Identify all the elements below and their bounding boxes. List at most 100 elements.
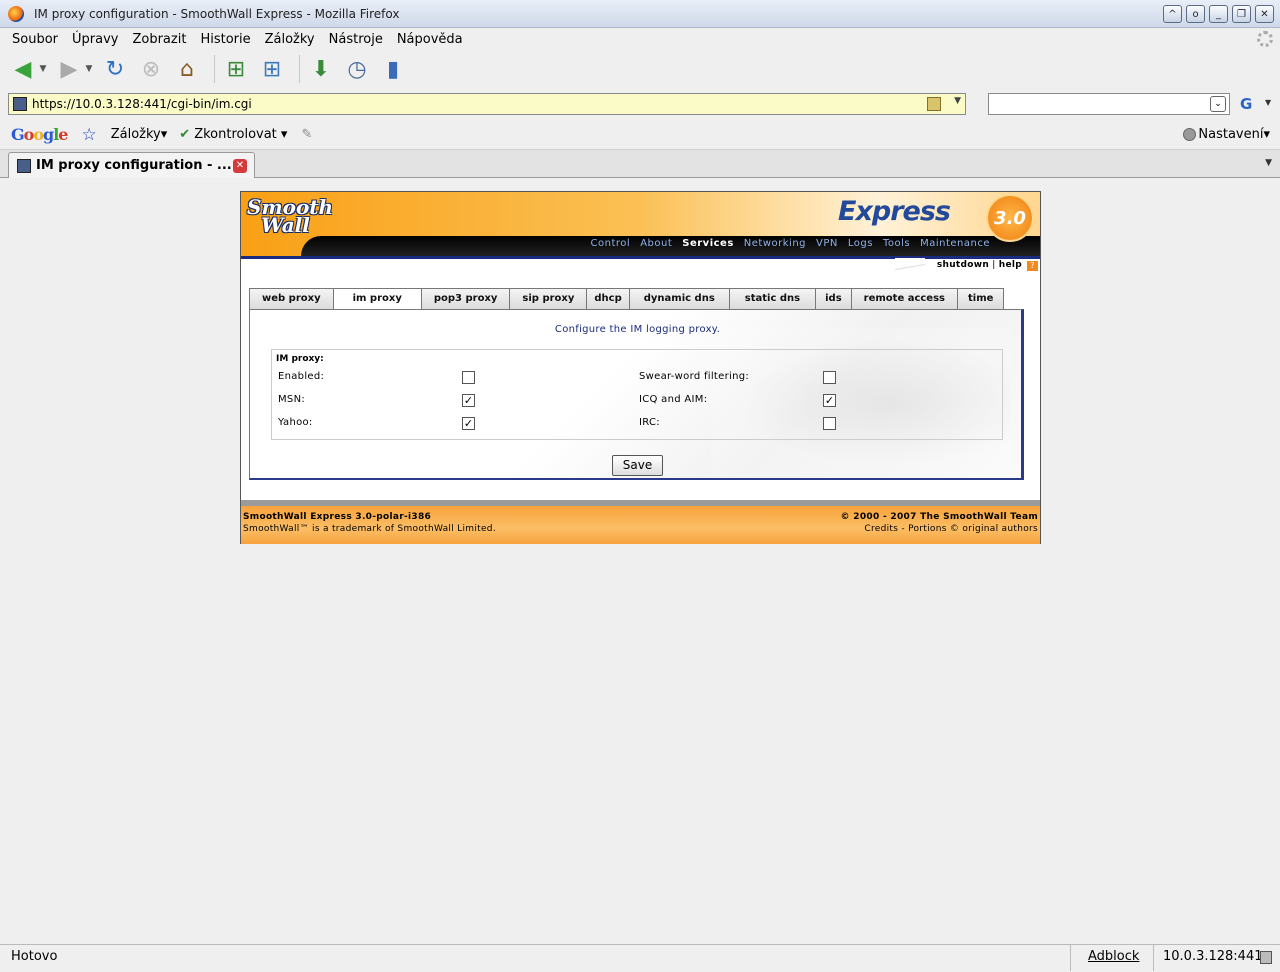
google-toolbar: Google ☆ Záložky▾ ✔ Zkontrolovat ▾ ✎ Nas… [0, 120, 1280, 150]
nav-logs[interactable]: Logs [848, 238, 873, 249]
nav-maintenance[interactable]: Maintenance [920, 238, 990, 249]
bookmarks-icon[interactable]: ▮ [378, 54, 408, 84]
spellcheck-button[interactable]: Zkontrolovat ▾ [194, 127, 287, 142]
section-title: IM proxy: [276, 354, 324, 364]
swear-filter-label: Swear-word filtering: [639, 371, 750, 382]
page-content: Smooth Wall Express 3.0 Control About Ser… [4, 178, 1276, 944]
footer-credits[interactable]: Credits - Portions © original authors [864, 524, 1038, 534]
status-host: 10.0.3.128:441 [1153, 945, 1272, 971]
settings-icon [1183, 128, 1197, 141]
menubar: Soubor Úpravy Zobrazit Historie Záložky … [0, 28, 1280, 50]
new-tab-icon[interactable]: ⊞ [257, 54, 287, 84]
tab-title: IM proxy configuration - ... [36, 158, 232, 173]
shutdown-link[interactable]: shutdown [937, 260, 989, 270]
tab-strip: IM proxy configuration - ... ✕ ▼ [0, 150, 1280, 178]
reload-icon[interactable]: ↻ [100, 54, 130, 84]
status-lock-icon[interactable] [1260, 951, 1272, 964]
back-icon[interactable]: ◀ [8, 54, 38, 84]
menu-zobrazit[interactable]: Zobrazit [125, 32, 193, 47]
tab-im-proxy[interactable]: IM proxy configuration - ... ✕ [8, 152, 255, 178]
tab-favicon-icon [17, 158, 31, 173]
search-engine-icon[interactable]: G [1240, 95, 1252, 113]
toolbar-separator [214, 55, 215, 83]
services-tabs: web proxy im proxy pop3 proxy sip proxy … [249, 288, 1005, 311]
settings-button[interactable]: Nastavení▾ [1183, 127, 1270, 142]
home-icon[interactable]: ⌂ [172, 54, 202, 84]
nav-about[interactable]: About [640, 238, 672, 249]
subtab-sip-proxy[interactable]: sip proxy [509, 288, 587, 310]
downloads-icon[interactable]: ⬇ [306, 54, 336, 84]
tab-close-icon[interactable]: ✕ [233, 159, 247, 173]
new-window-icon[interactable]: ⊞ [221, 54, 251, 84]
nav-networking[interactable]: Networking [744, 238, 806, 249]
swear-filter-checkbox[interactable] [823, 371, 836, 384]
ssl-lock-icon[interactable] [927, 97, 941, 111]
window-menu-button[interactable]: o [1186, 5, 1205, 23]
icq-aim-checkbox[interactable]: ✓ [823, 394, 836, 407]
adblock-button[interactable]: Adblock [1070, 945, 1156, 971]
help-link[interactable]: help [999, 260, 1022, 270]
subtab-static-dns[interactable]: static dns [728, 288, 816, 310]
help-icon[interactable]: ? [1027, 261, 1038, 271]
search-engine-dropdown-icon[interactable]: ▼ [1265, 98, 1271, 107]
site-favicon-icon [13, 97, 27, 111]
url-row: https://10.0.3.128:441/cgi-bin/im.cgi ▼ … [0, 90, 1280, 118]
subtab-dynamic-dns[interactable]: dynamic dns [628, 288, 729, 310]
enabled-checkbox[interactable] [462, 371, 475, 384]
subtab-remote-access[interactable]: remote access [850, 288, 957, 310]
window-shade-button[interactable]: ^ [1163, 5, 1182, 23]
forward-icon[interactable]: ▶ [54, 54, 84, 84]
subtab-im-proxy[interactable]: im proxy [332, 288, 421, 311]
irc-label: IRC: [639, 417, 660, 428]
forward-history-icon[interactable]: ▼ [84, 54, 94, 84]
bookmarks-menu[interactable]: Záložky▾ [111, 127, 168, 142]
url-text[interactable]: https://10.0.3.128:441/cgi-bin/im.cgi [32, 97, 252, 111]
msn-checkbox[interactable]: ✓ [462, 394, 475, 407]
im-proxy-fieldset: IM proxy: Enabled: Swear-word filtering:… [271, 349, 1003, 440]
configure-description: Configure the IM logging proxy. [554, 324, 721, 335]
menu-soubor[interactable]: Soubor [5, 32, 65, 47]
google-logo[interactable]: Google [11, 125, 68, 144]
url-dropdown-icon[interactable]: ▼ [954, 96, 961, 106]
irc-checkbox[interactable] [823, 417, 836, 430]
star-icon[interactable]: ☆ [81, 125, 96, 145]
footer-copyright: © 2000 - 2007 The SmoothWall Team [840, 512, 1038, 522]
subtab-dhcp[interactable]: dhcp [586, 288, 629, 310]
nav-vpn[interactable]: VPN [816, 238, 838, 249]
firefox-icon [8, 5, 24, 22]
search-input[interactable]: ⌄ [988, 93, 1230, 115]
shutdown-help-bar: shutdown | help ? [894, 258, 1040, 274]
tab-list-icon[interactable]: ▼ [1265, 158, 1272, 168]
save-button[interactable]: Save [612, 455, 663, 476]
subtab-web-proxy[interactable]: web proxy [249, 288, 333, 310]
version-badge: 3.0 [986, 194, 1034, 242]
subtab-pop3-proxy[interactable]: pop3 proxy [420, 288, 510, 310]
spellcheck-icon[interactable]: ✔ [179, 127, 190, 142]
smoothwall-footer: SmoothWall Express 3.0-polar-i386 Smooth… [241, 500, 1040, 544]
window-minimize-button[interactable]: _ [1209, 5, 1228, 23]
msn-label: MSN: [278, 394, 306, 405]
highlight-icon[interactable]: ✎ [301, 127, 312, 142]
menu-zalozky[interactable]: Záložky [258, 32, 322, 47]
nav-tools[interactable]: Tools [883, 238, 910, 249]
back-history-icon[interactable]: ▼ [38, 54, 48, 84]
subtab-time[interactable]: time [957, 288, 1005, 310]
yahoo-checkbox[interactable]: ✓ [462, 417, 475, 430]
window-close-button[interactable]: ✕ [1255, 5, 1274, 23]
window-title: IM proxy configuration - SmoothWall Expr… [34, 6, 400, 21]
nav-services[interactable]: Services [682, 238, 734, 249]
yahoo-label: Yahoo: [278, 417, 313, 428]
window-maximize-button[interactable]: ❐ [1232, 5, 1251, 23]
smoothwall-header: Smooth Wall Express 3.0 Control About Ser… [241, 192, 1040, 256]
url-bar[interactable]: https://10.0.3.128:441/cgi-bin/im.cgi ▼ [8, 93, 966, 115]
menu-historie[interactable]: Historie [193, 32, 257, 47]
stop-icon[interactable]: ⊗ [136, 54, 166, 84]
history-icon[interactable]: ◷ [342, 54, 372, 84]
search-dropdown-icon[interactable]: ⌄ [1210, 96, 1226, 112]
menu-upravy[interactable]: Úpravy [65, 32, 125, 47]
menu-nastroje[interactable]: Nástroje [322, 32, 390, 47]
subtab-ids[interactable]: ids [815, 288, 851, 310]
nav-control[interactable]: Control [591, 238, 631, 249]
menu-napoveda[interactable]: Nápověda [390, 32, 470, 47]
window-titlebar: IM proxy configuration - SmoothWall Expr… [0, 0, 1280, 28]
